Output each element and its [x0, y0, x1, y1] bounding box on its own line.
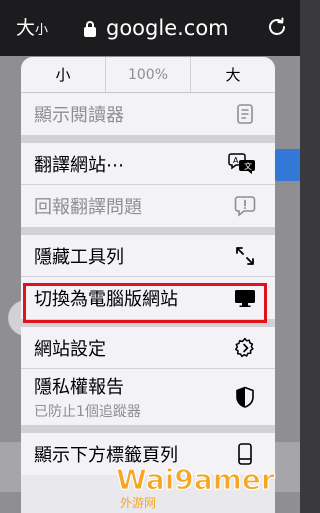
page-menu: 小 100% 大 顯示閱讀器 翻譯網站⋯ A 文 回報翻譯問題 隱藏工具列 切換…	[21, 57, 275, 513]
report-translation-label: 回報翻譯問題	[34, 197, 142, 218]
show-reader-label: 顯示閱讀器	[34, 105, 124, 126]
translate-label: 翻譯網站⋯	[34, 154, 124, 176]
lock-icon	[84, 21, 96, 37]
hide-toolbar-item[interactable]: 隱藏工具列	[21, 235, 275, 277]
privacy-report-item[interactable]: 隱私權報告 已防止1個追蹤器	[21, 369, 275, 425]
aa-small-label: 小	[35, 23, 49, 38]
page-format-button[interactable]: 大小	[16, 16, 48, 43]
request-desktop-label: 切換為電腦版網站	[34, 289, 178, 310]
background-button	[274, 149, 300, 181]
reader-icon	[237, 104, 253, 124]
svg-text:A: A	[233, 156, 239, 165]
translate-icon: A 文	[228, 152, 255, 174]
arrows-expand-icon	[236, 246, 254, 265]
privacy-report-label: 隱私權報告	[34, 377, 124, 398]
privacy-report-texts: 隱私權報告 已防止1個追蹤器	[34, 373, 141, 421]
aa-large-label: 大	[16, 17, 36, 39]
menu-separator	[21, 425, 275, 433]
desktop-icon	[235, 290, 255, 307]
url-field[interactable]: google.com	[84, 14, 229, 42]
translate-group: 翻譯網站⋯ A 文 回報翻譯問題	[21, 143, 275, 227]
gear-icon	[234, 337, 254, 357]
address-bar: 大小 google.com	[0, 0, 300, 56]
reader-group: 顯示閱讀器	[21, 93, 275, 135]
url-domain: google.com	[106, 16, 229, 40]
zoom-control: 小 100% 大	[21, 57, 275, 93]
request-desktop-item[interactable]: 切換為電腦版網站	[21, 277, 275, 319]
website-settings-item[interactable]: 網站設定	[21, 327, 275, 369]
report-translation-item[interactable]: 回報翻譯問題	[21, 185, 275, 227]
privacy-report-sublabel: 已防止1個追蹤器	[34, 404, 141, 420]
watermark-brand-cn: 外游网	[120, 496, 156, 510]
svg-text:文: 文	[244, 161, 252, 171]
watermark-logo: Wai9amer 外游网	[115, 462, 275, 510]
translate-item[interactable]: 翻譯網站⋯ A 文	[21, 143, 275, 185]
hide-toolbar-label: 隱藏工具列	[34, 246, 124, 268]
menu-separator	[21, 135, 275, 143]
zoom-decrease-button[interactable]: 小	[21, 57, 105, 92]
watermark-brand: Wai9amer	[116, 463, 275, 496]
reload-icon[interactable]	[266, 16, 288, 38]
zoom-percent[interactable]: 100%	[105, 57, 191, 92]
menu-separator	[21, 319, 275, 327]
menu-separator	[21, 227, 275, 235]
zoom-increase-button[interactable]: 大	[191, 57, 275, 92]
shield-icon	[236, 386, 254, 408]
report-bubble-icon	[234, 196, 256, 217]
settings-group: 網站設定 隱私權報告 已防止1個追蹤器	[21, 327, 275, 425]
website-settings-label: 網站設定	[34, 338, 106, 360]
view-group: 隱藏工具列 切換為電腦版網站	[21, 235, 275, 319]
show-reader-item[interactable]: 顯示閱讀器	[21, 93, 275, 135]
